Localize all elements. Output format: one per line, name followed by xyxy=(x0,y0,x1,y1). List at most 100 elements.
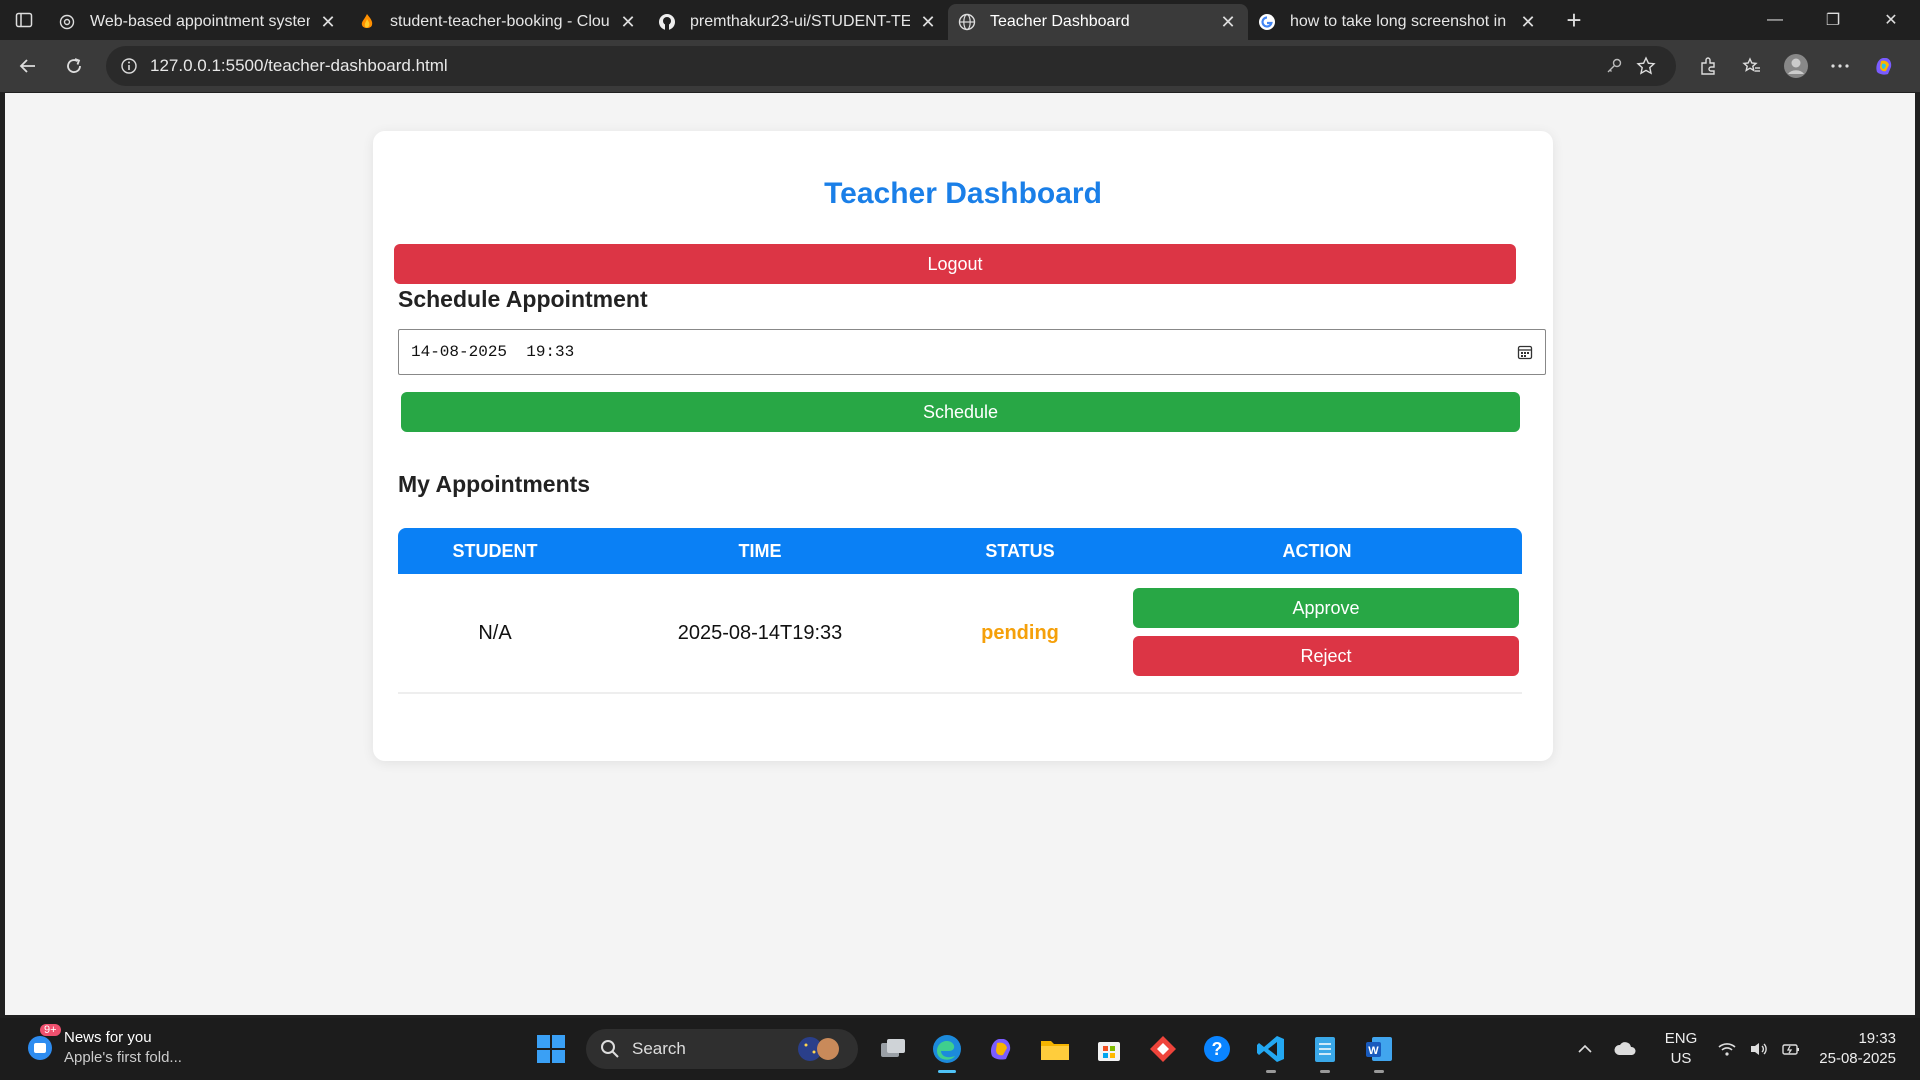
clock[interactable]: 19:33 25-08-2025 xyxy=(1807,1029,1920,1069)
cell-status: pending xyxy=(981,621,1059,644)
tab-title: how to take long screenshot in la xyxy=(1290,13,1510,30)
windows-logo-icon xyxy=(537,1035,565,1063)
svg-text:?: ? xyxy=(1212,1039,1223,1059)
approve-button[interactable]: Approve xyxy=(1133,588,1519,628)
edge-browser-icon[interactable] xyxy=(920,1025,974,1073)
vscode-icon[interactable] xyxy=(1244,1025,1298,1073)
tab-close-icon[interactable]: ✕ xyxy=(618,12,638,33)
more-menu-icon[interactable] xyxy=(1818,46,1862,86)
firebase-icon xyxy=(358,13,376,31)
tab-title: Teacher Dashboard xyxy=(990,13,1130,30)
back-arrow-icon xyxy=(19,59,35,73)
onedrive-cloud-icon[interactable] xyxy=(1599,1041,1651,1057)
reload-icon xyxy=(67,58,81,73)
tab-title: student-teacher-booking - Cloud xyxy=(390,13,610,30)
restore-button[interactable]: ❐ xyxy=(1804,0,1862,40)
microsoft-store-icon[interactable] xyxy=(1082,1025,1136,1073)
extensions-icon[interactable] xyxy=(1686,46,1730,86)
lang-bottom: US xyxy=(1670,1050,1692,1067)
tab-title: Web-based appointment system xyxy=(90,13,310,30)
favorites-icon[interactable] xyxy=(1730,46,1774,86)
clock-time: 19:33 xyxy=(1858,1030,1896,1047)
language-indicator[interactable]: ENG US xyxy=(1651,1029,1712,1069)
tab-google-search[interactable]: how to take long screenshot in la ✕ xyxy=(1248,4,1548,40)
key-icon[interactable] xyxy=(1598,57,1630,75)
google-icon xyxy=(1258,13,1276,31)
appointments-table-header: STUDENT TIME STATUS ACTION xyxy=(398,528,1522,574)
tab-title: premthakur23-ui/STUDENT-TEAC xyxy=(690,13,910,30)
tab-web-based-appointment[interactable]: Web-based appointment system ✕ xyxy=(48,4,348,40)
chatgpt-icon xyxy=(58,13,76,31)
address-bar[interactable]: 127.0.0.1:5500/teacher-dashboard.html xyxy=(106,46,1676,86)
browser-tab-bar: Web-based appointment system ✕ student-t… xyxy=(0,0,1920,40)
cell-time: 2025-08-14T19:33 xyxy=(677,621,843,644)
news-title: News for you xyxy=(64,1029,152,1046)
site-info-icon[interactable] xyxy=(120,57,138,75)
globe-icon xyxy=(958,13,976,31)
tab-actions-icon xyxy=(15,12,33,28)
windows-taskbar: 9+ News for you Apple's first fold... Se… xyxy=(0,1018,1920,1080)
news-subtitle: Apple's first fold... xyxy=(64,1049,182,1066)
news-badge: 9+ xyxy=(40,1024,61,1036)
volume-icon[interactable] xyxy=(1743,1041,1775,1057)
reject-button[interactable]: Reject xyxy=(1133,636,1519,676)
reload-button[interactable] xyxy=(54,46,94,86)
tab-close-icon[interactable]: ✕ xyxy=(1218,12,1238,33)
tab-close-icon[interactable]: ✕ xyxy=(1518,12,1538,33)
page-viewport: Teacher Dashboard Logout Schedule Appoin… xyxy=(5,93,1915,1015)
new-tab-button[interactable]: + xyxy=(1554,0,1594,40)
column-header-time: TIME xyxy=(738,540,782,561)
search-highlight-icon xyxy=(798,1037,839,1061)
search-icon xyxy=(601,1040,619,1058)
copilot-icon[interactable] xyxy=(1862,46,1906,86)
minimize-button[interactable]: — xyxy=(1746,0,1804,40)
anydesk-icon[interactable] xyxy=(1136,1025,1190,1073)
close-window-button[interactable]: ✕ xyxy=(1862,0,1920,40)
word-icon[interactable]: W xyxy=(1352,1025,1406,1073)
tab-teacher-dashboard[interactable]: Teacher Dashboard ✕ xyxy=(948,4,1248,40)
chevron-up-icon[interactable] xyxy=(1571,1044,1599,1054)
datetime-input[interactable]: 14-08-2025 19:33 xyxy=(398,329,1546,375)
page-title: Teacher Dashboard xyxy=(824,177,1102,210)
url-text[interactable]: 127.0.0.1:5500/teacher-dashboard.html xyxy=(150,56,1598,76)
notepad-icon[interactable] xyxy=(1298,1025,1352,1073)
taskbar-search[interactable]: Search xyxy=(586,1029,858,1069)
column-header-action: ACTION xyxy=(1282,540,1352,561)
start-button[interactable] xyxy=(524,1025,578,1073)
news-weather-icon xyxy=(28,1036,52,1060)
search-label: Search xyxy=(632,1039,686,1058)
news-widget[interactable]: 9+ News for you Apple's first fold... xyxy=(26,1024,182,1068)
back-button[interactable] xyxy=(8,46,48,86)
svg-text:W: W xyxy=(1368,1045,1379,1057)
system-tray: ENG US 19:33 25-08-2025 xyxy=(1571,1018,1920,1080)
lang-top: ENG xyxy=(1664,1030,1698,1047)
copilot-app-icon[interactable] xyxy=(974,1025,1028,1073)
favorite-star-icon[interactable] xyxy=(1630,56,1662,76)
running-indicator xyxy=(1374,1070,1384,1073)
running-indicator xyxy=(938,1070,956,1073)
github-icon xyxy=(658,13,676,31)
logout-button[interactable]: Logout xyxy=(394,244,1516,284)
cell-student: N/A xyxy=(478,621,512,644)
tab-student-teacher-booking[interactable]: student-teacher-booking - Cloud ✕ xyxy=(348,4,648,40)
dashboard-card: Teacher Dashboard Logout Schedule Appoin… xyxy=(373,131,1553,761)
tab-actions-button[interactable] xyxy=(0,0,48,40)
running-indicator xyxy=(1320,1070,1330,1073)
browser-toolbar: 127.0.0.1:5500/teacher-dashboard.html xyxy=(0,40,1920,92)
file-explorer-icon[interactable] xyxy=(1028,1025,1082,1073)
wifi-icon[interactable] xyxy=(1711,1041,1743,1057)
battery-icon[interactable] xyxy=(1775,1041,1807,1057)
clock-date: 25-08-2025 xyxy=(1819,1050,1896,1067)
tab-close-icon[interactable]: ✕ xyxy=(318,12,338,33)
tab-close-icon[interactable]: ✕ xyxy=(918,12,938,33)
calendar-icon[interactable] xyxy=(1517,344,1533,360)
tab-github-repo[interactable]: premthakur23-ui/STUDENT-TEAC ✕ xyxy=(648,4,948,40)
column-header-status: STATUS xyxy=(985,540,1055,561)
profile-avatar-icon[interactable] xyxy=(1774,46,1818,86)
schedule-button[interactable]: Schedule xyxy=(401,392,1520,432)
task-view-icon[interactable] xyxy=(866,1025,920,1073)
schedule-heading: Schedule Appointment xyxy=(398,286,648,312)
appointments-heading: My Appointments xyxy=(398,471,591,497)
column-header-student: STUDENT xyxy=(452,540,538,561)
help-icon[interactable]: ? xyxy=(1190,1025,1244,1073)
